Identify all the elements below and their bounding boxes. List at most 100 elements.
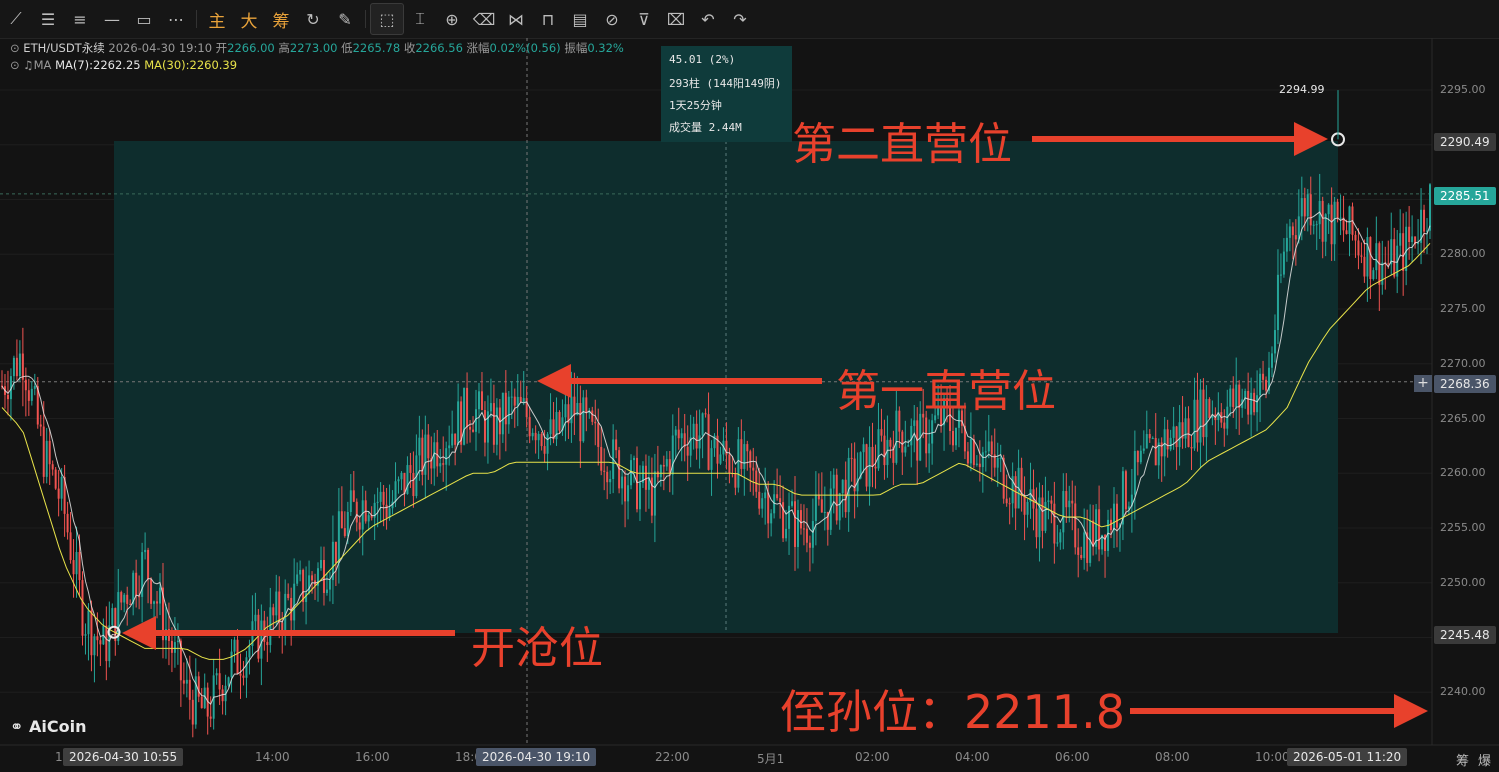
candle-body — [311, 575, 314, 581]
candle-body — [1026, 501, 1029, 515]
candle-body — [981, 452, 984, 468]
candle-body — [814, 494, 817, 522]
candle-body — [123, 594, 126, 603]
candle-body — [12, 357, 15, 377]
candle-body — [653, 471, 656, 516]
candle-body — [1187, 418, 1190, 448]
candle-body — [215, 673, 218, 676]
candle-body — [1270, 353, 1273, 368]
candle-body — [170, 640, 173, 653]
candle-body — [1312, 224, 1315, 226]
candle-body — [862, 444, 865, 453]
candle-body — [534, 432, 537, 441]
candle-body — [835, 474, 838, 521]
candle-body — [1062, 491, 1065, 533]
candle-body — [1387, 263, 1390, 265]
candle-body — [293, 583, 296, 621]
candle-body — [260, 620, 263, 659]
candle-body — [1223, 422, 1226, 429]
candle-body — [1417, 242, 1420, 245]
candle-body — [1098, 509, 1101, 550]
candle-body — [1160, 442, 1163, 457]
candle-body — [197, 676, 200, 697]
candle-body — [185, 679, 188, 684]
candle-body — [1393, 239, 1396, 277]
candle-body — [1008, 503, 1011, 505]
logo-mark-icon: ⚭ — [10, 717, 29, 736]
candle-body — [176, 640, 179, 643]
candle-body — [424, 434, 427, 475]
alert-icon[interactable]: ♫ — [23, 58, 33, 72]
candle-body — [1184, 418, 1187, 439]
candle-body — [644, 465, 647, 490]
candle-body — [1390, 239, 1393, 265]
candle-body — [1074, 503, 1077, 548]
candle-body — [39, 424, 42, 427]
annotation-open-level: 开沧位 — [471, 623, 603, 674]
candle-body — [489, 403, 492, 412]
candle-body — [907, 445, 910, 447]
price-tick-label: 2275.00 — [1440, 302, 1486, 315]
open-value: 2266.00 — [227, 41, 275, 55]
candle-body — [120, 592, 123, 603]
time-tag-cross: 2026-04-30 19:10 — [476, 748, 597, 766]
candle-body — [1235, 384, 1238, 408]
change-label: 涨幅 — [466, 41, 490, 55]
candle-body — [1035, 508, 1038, 538]
candle-body — [779, 498, 782, 503]
candle-body — [308, 575, 311, 594]
candle-body — [480, 391, 483, 411]
candle-body — [1238, 384, 1241, 408]
candle-body — [153, 601, 156, 604]
candle-body — [564, 404, 567, 418]
candle-body — [734, 473, 737, 488]
candle-body — [1276, 274, 1279, 331]
settings-icon[interactable]: ⊙ — [10, 41, 20, 55]
candle-body — [710, 448, 713, 470]
candle-body — [1250, 392, 1253, 415]
candle-body — [269, 607, 272, 646]
settings-icon[interactable]: ⊙ — [10, 58, 20, 72]
chip-button[interactable]: 筹 — [1456, 750, 1469, 769]
candle-body — [412, 472, 415, 497]
candle-body — [1172, 426, 1175, 438]
candle-body — [355, 501, 358, 523]
add-alert-plus-icon[interactable]: + — [1414, 375, 1432, 392]
candle-body — [400, 472, 403, 480]
candle-body — [1068, 500, 1071, 508]
candle-body — [352, 490, 355, 502]
candle-body — [659, 464, 662, 478]
measure-duration: 1天25分钟 — [669, 99, 722, 112]
candle-body — [1145, 434, 1148, 449]
candle-body — [156, 601, 159, 604]
candle-body — [1133, 450, 1136, 495]
candle-body — [1247, 390, 1250, 415]
candle-body — [987, 441, 990, 452]
candle-body — [1288, 226, 1291, 238]
candle-body — [448, 445, 451, 449]
candle-body — [200, 696, 203, 709]
candle-body — [1315, 224, 1318, 226]
candle-body — [144, 549, 147, 553]
candle-body — [287, 593, 290, 598]
candle-body — [677, 429, 680, 439]
candle-body — [33, 386, 36, 389]
time-tick-label: 04:00 — [955, 750, 990, 764]
price-tick-label: 2250.00 — [1440, 575, 1486, 589]
candle-body — [72, 560, 75, 575]
price-tick-label: 2255.00 — [1440, 521, 1486, 534]
candle-body — [701, 413, 704, 436]
candle-body — [984, 451, 987, 453]
candle-body — [21, 353, 24, 380]
liquidation-button[interactable]: 爆 — [1478, 750, 1491, 769]
candle-body — [1154, 438, 1157, 466]
candle-body — [361, 500, 364, 530]
candle-body — [1259, 373, 1262, 396]
annotation-first-level: 第一直营位 — [836, 366, 1056, 417]
candle-body — [346, 512, 349, 536]
candle-body — [1148, 434, 1151, 439]
candle-body — [811, 521, 814, 548]
candle-body — [319, 559, 322, 569]
candle-body — [952, 430, 955, 446]
candle-body — [1202, 389, 1205, 438]
